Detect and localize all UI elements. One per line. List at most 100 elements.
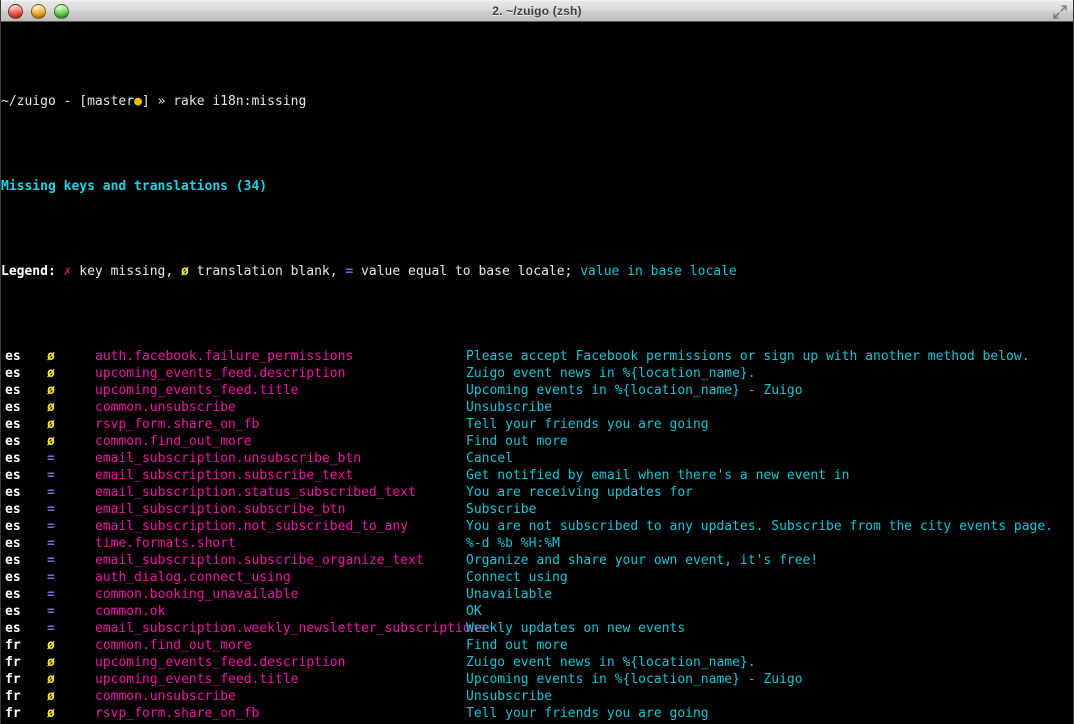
row-locale: fr	[5, 655, 21, 670]
row-status-marker-icon: ø	[47, 349, 55, 364]
missing-report-row: es = email_subscription.subscribe_text Get …	[1, 467, 1073, 484]
row-status-marker-icon: ø	[47, 638, 55, 653]
prompt-line-missing: ~/zuigo - [master●] » rake i18n:missing	[1, 93, 1073, 110]
row-translation-key: upcoming_events_feed.description	[95, 366, 346, 381]
row-locale: es	[5, 366, 21, 381]
row-status-marker-icon: =	[47, 451, 55, 466]
row-locale: es	[5, 349, 21, 364]
row-translation-key: email_subscription.subscribe_text	[95, 468, 354, 483]
row-translation-key: auth_dialog.connect_using	[95, 570, 291, 585]
git-dirty-dot-icon: ●	[134, 94, 142, 109]
row-translation-key: upcoming_events_feed.title	[95, 383, 299, 398]
row-base-value: Unsubscribe	[466, 400, 553, 415]
row-base-value: Organize and share your own event, it's …	[466, 553, 819, 568]
row-translation-key: common.ok	[95, 604, 166, 619]
row-locale: es	[5, 451, 21, 466]
row-status-marker-icon: =	[47, 570, 55, 585]
row-translation-key: common.booking_unavailable	[95, 587, 299, 602]
row-status-marker-icon: =	[47, 502, 55, 517]
row-status-marker-icon: =	[47, 553, 55, 568]
row-base-value: Unavailable	[466, 587, 553, 602]
prompt-symbol: »	[157, 94, 174, 109]
row-base-value: Unsubscribe	[466, 689, 553, 704]
row-translation-key: common.unsubscribe	[95, 689, 236, 704]
row-translation-key: upcoming_events_feed.description	[95, 655, 346, 670]
row-status-marker-icon: ø	[47, 655, 55, 670]
row-translation-key: rsvp_form.share_on_fb	[95, 706, 260, 721]
missing-report-row: es = email_subscription.status_subscribed_…	[1, 484, 1073, 501]
missing-report-row: es ø upcoming_events_feed.description Zuigo…	[1, 365, 1073, 382]
close-button[interactable]	[8, 4, 23, 19]
legend-line: Legend: ✗ key missing, ø translation bla…	[1, 263, 1073, 280]
row-base-value: Tell your friends you are going	[466, 417, 709, 432]
legend-base-text: value in base locale	[580, 264, 737, 279]
row-status-marker-icon: ø	[47, 706, 55, 721]
row-translation-key: email_subscription.subscribe_organize_te…	[95, 553, 424, 568]
missing-report-row: fr ø common.find_out_more Find out more	[1, 637, 1073, 654]
row-locale: fr	[5, 672, 21, 687]
command-missing: rake i18n:missing	[173, 94, 307, 109]
row-base-value: Subscribe	[466, 502, 537, 517]
missing-report-rows: es ø auth.facebook.failure_permissions Plea…	[1, 348, 1073, 724]
row-status-marker-icon: =	[47, 519, 55, 534]
missing-report-row: fr ø upcoming_events_feed.title Upcoming ev…	[1, 671, 1073, 688]
row-locale: es	[5, 434, 21, 449]
row-base-value: Zuigo event news in %{location_name}.	[466, 655, 756, 670]
zoom-button[interactable]	[54, 4, 69, 19]
row-locale: es	[5, 604, 21, 619]
row-status-marker-icon: ø	[47, 400, 55, 415]
row-status-marker-icon: =	[47, 621, 55, 636]
row-base-value: Connect using	[466, 570, 568, 585]
title-bar[interactable]: 2. ~/zuigo (zsh)	[1, 0, 1073, 22]
missing-report-row: es = email_subscription.subscribe_organize…	[1, 552, 1073, 569]
legend-missing-text: key missing,	[71, 264, 182, 279]
row-base-value: You are not subscribed to any updates. S…	[466, 519, 1053, 534]
missing-report-row: es = common.ok OK	[1, 603, 1073, 620]
terminal-window: 2. ~/zuigo (zsh) ~/zuigo - [master●] » r…	[0, 0, 1074, 724]
row-base-value: Get notified by email when there's a new…	[466, 468, 850, 483]
row-status-marker-icon: ø	[47, 689, 55, 704]
row-base-value: You are receiving updates for	[466, 485, 693, 500]
row-translation-key: email_subscription.unsubscribe_btn	[95, 451, 362, 466]
missing-report-row: fr ø common.unsubscribe Unsubscribe	[1, 688, 1073, 705]
row-base-value: Find out more	[466, 434, 568, 449]
row-translation-key: common.find_out_more	[95, 434, 252, 449]
row-base-value: Weekly updates on new events	[466, 621, 686, 636]
prompt-path: ~/zuigo	[1, 94, 56, 109]
row-translation-key: time.formats.short	[95, 536, 236, 551]
row-locale: es	[5, 417, 21, 432]
row-status-marker-icon: =	[47, 468, 55, 483]
row-locale: es	[5, 621, 21, 636]
git-branch-close: ]	[141, 94, 158, 109]
row-locale: es	[5, 519, 21, 534]
window-controls	[8, 4, 69, 19]
missing-report-row: es = auth_dialog.connect_using Connect usin…	[1, 569, 1073, 586]
row-status-marker-icon: =	[47, 485, 55, 500]
missing-report-row: es ø rsvp_form.share_on_fb Tell your friend…	[1, 416, 1073, 433]
row-locale: es	[5, 468, 21, 483]
row-translation-key: auth.facebook.failure_permissions	[95, 349, 354, 364]
fullscreen-icon[interactable]	[1053, 4, 1067, 19]
missing-report-row: es = common.booking_unavailable Unavailable	[1, 586, 1073, 603]
terminal-output[interactable]: ~/zuigo - [master●] » rake i18n:missing …	[1, 22, 1073, 724]
legend-label: Legend:	[1, 264, 64, 279]
row-status-marker-icon: =	[47, 536, 55, 551]
row-status-marker-icon: =	[47, 604, 55, 619]
row-translation-key: rsvp_form.share_on_fb	[95, 417, 260, 432]
row-translation-key: email_subscription.subscribe_btn	[95, 502, 346, 517]
row-locale: es	[5, 383, 21, 398]
minimize-button[interactable]	[31, 4, 46, 19]
row-base-value: %-d %b %H:%M	[466, 536, 560, 551]
row-translation-key: email_subscription.weekly_newsletter_sub…	[95, 621, 487, 636]
row-locale: es	[5, 570, 21, 585]
legend-blank-text: translation blank,	[188, 264, 346, 279]
missing-report-row: fr ø rsvp_form.share_on_fb Tell your friend…	[1, 705, 1073, 722]
row-status-marker-icon: ø	[47, 366, 55, 381]
missing-report-row: es ø common.unsubscribe Unsubscribe	[1, 399, 1073, 416]
row-translation-key: common.unsubscribe	[95, 400, 236, 415]
missing-report-row: es ø auth.facebook.failure_permissions Plea…	[1, 348, 1073, 365]
missing-report-row: es ø upcoming_events_feed.title Upcoming ev…	[1, 382, 1073, 399]
missing-report-row: es = time.formats.short %-d %b %H:%M	[1, 535, 1073, 552]
legend-blank-icon: ø	[181, 264, 189, 279]
row-base-value: Cancel	[466, 451, 513, 466]
